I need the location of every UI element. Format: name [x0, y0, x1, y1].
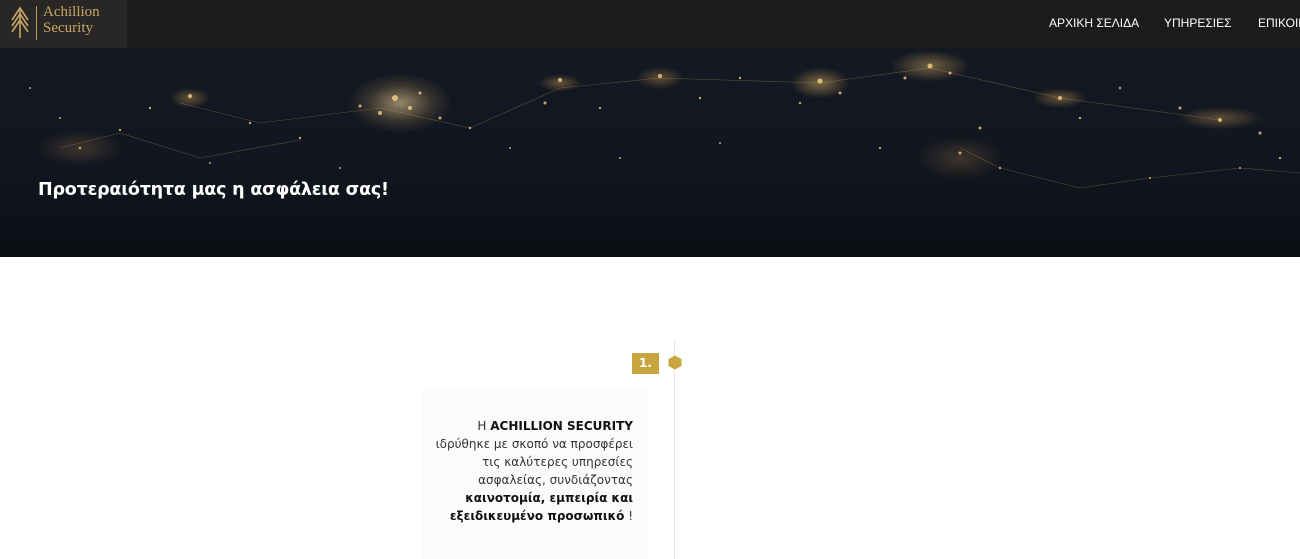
step-number-badge: 1. [632, 353, 659, 374]
hexagon-icon [668, 355, 682, 370]
nav-item-home[interactable]: ΑΡΧΙΚΗ ΣΕΛΙΔΑ [1049, 0, 1139, 48]
card-body: ιδρύθηκε με σκοπό να προσφέρει τις καλύτ… [435, 437, 633, 487]
brand-logo[interactable]: Achillion Security [0, 0, 127, 48]
brand-name: Achillion Security [43, 4, 100, 36]
logo-divider [36, 6, 37, 40]
timeline-card-text: Η ACHILLION SECURITY ιδρύθηκε με σκοπό ν… [433, 417, 633, 525]
nav-item-services[interactable]: ΥΠΗΡΕΣΙΕΣ [1164, 0, 1232, 48]
brand-name-line1: Achillion [43, 4, 100, 20]
arrow-chevrons-icon [11, 6, 29, 38]
top-navbar: Achillion Security ΑΡΧΙΚΗ ΣΕΛΙΔΑ ΥΠΗΡΕΣΙ… [0, 0, 1300, 48]
hero-night-lights-image [29, 63, 1300, 189]
card-emphasis: καινοτομία, εμπειρία και εξειδικευμένο π… [449, 491, 633, 523]
hero-title: Προτεραιότητα μας η ασφάλεια σας! [38, 180, 389, 200]
nav-item-contact[interactable]: ΕΠΙΚΟΙΝ [1258, 0, 1300, 48]
timeline-card: Η ACHILLION SECURITY ιδρύθηκε με σκοπό ν… [423, 391, 646, 559]
timeline-line [674, 340, 675, 559]
brand-name-line2: Security [43, 20, 93, 36]
card-intro: Η [477, 419, 491, 433]
company-name: ACHILLION SECURITY [490, 419, 633, 433]
hero-banner: Προτεραιότητα μας η ασφάλεια σας! [0, 48, 1300, 257]
card-ending: ! [624, 509, 633, 523]
